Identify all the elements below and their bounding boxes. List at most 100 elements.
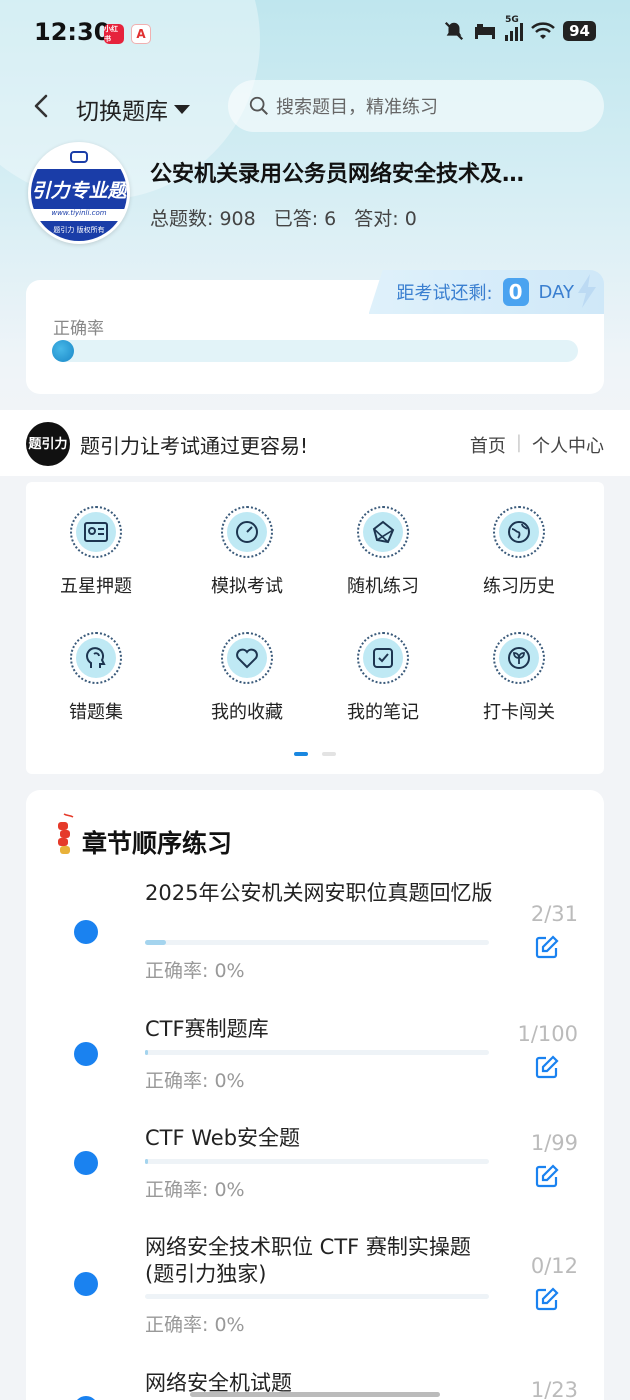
slogan-banner: 题引力 题引力让考试通过更容易! 首页 | 个人中心 <box>0 410 630 476</box>
network-icon <box>372 520 395 544</box>
chapter-count: 2/31 <box>530 902 578 926</box>
tiyinli-logo: 题引力 <box>26 422 70 466</box>
exam-countdown[interactable]: 距考试还剩: 0 DAY <box>368 270 604 314</box>
pager-dot-active[interactable] <box>294 752 308 756</box>
head-icon <box>86 647 106 668</box>
chapter-item[interactable]: 网络安全技术职位 CTF 赛制实操题(题引力独家) 正确率: 0% 0/12 <box>26 1230 604 1340</box>
chapter-name: 2025年公安机关网安职位真题回忆版 <box>145 881 493 905</box>
switch-bank-label: 切换题库 <box>76 99 168 125</box>
edit-icon[interactable] <box>534 1054 560 1080</box>
status-time: 12:30 <box>34 18 111 46</box>
banner-links: 首页 | 个人中心 <box>470 432 604 458</box>
answered-count: 已答: 6 <box>273 208 337 230</box>
edit-icon[interactable] <box>534 1163 560 1189</box>
grid-item-practice-history[interactable]: 练习历史 <box>454 506 584 598</box>
profile-link[interactable]: 个人中心 <box>532 432 604 458</box>
globe-icon <box>508 521 530 543</box>
search-input[interactable]: 搜索题目，精准练习 <box>228 80 604 132</box>
chapter-bullet <box>74 1042 98 1066</box>
pager-dot[interactable] <box>322 752 336 756</box>
status-icons: 5G 94 <box>443 15 596 42</box>
bank-logo: 引力专业题 www.tiyinli.com 题引力 版权所有 <box>28 142 130 244</box>
chapter-name: CTF赛制题库 <box>145 1017 269 1041</box>
grid-item-checkin[interactable]: 打卡闯关 <box>454 632 584 724</box>
caret-down-icon <box>174 105 190 114</box>
chapter-bullet <box>74 920 98 944</box>
network-type: 5G <box>505 15 519 25</box>
chapter-count: 1/100 <box>517 1022 578 1046</box>
function-grid: 五星押题 模拟考试 随机练习 练习历史 错题集 我的收藏 我的笔记 打卡闯关 <box>26 482 604 774</box>
home-link[interactable]: 首页 <box>470 432 506 458</box>
grid-item-mock-exam[interactable]: 模拟考试 <box>182 506 312 598</box>
logo-text: 引力专业题 <box>31 169 127 209</box>
back-arrow-icon[interactable] <box>28 92 56 120</box>
chapter-count: 1/99 <box>530 1131 578 1155</box>
countdown-label: 距考试还剩: <box>396 283 493 304</box>
wifi-icon <box>531 22 555 39</box>
countdown-value: 0 <box>502 278 529 306</box>
firecracker-icon <box>58 813 74 854</box>
leaf-icon <box>508 647 530 669</box>
grid-label: 打卡闯关 <box>483 702 555 723</box>
bank-title: 公安机关录用公务员网络安全技术及… <box>150 162 525 187</box>
chapter-progress <box>145 1294 489 1299</box>
chapter-section-title: 章节顺序练习 <box>82 829 233 858</box>
chapter-bullet <box>74 1151 98 1175</box>
chapter-item[interactable]: CTF Web安全题 正确率: 0% 1/99 <box>26 1121 604 1211</box>
chapter-accuracy: 正确率: 0% <box>145 1070 245 1092</box>
battery-level: 94 <box>563 21 596 41</box>
grid-label: 练习历史 <box>483 576 555 597</box>
search-placeholder: 搜索题目，精准练习 <box>276 97 438 118</box>
chapter-count: 0/12 <box>530 1254 578 1278</box>
logo-url: www.tiyinli.com <box>31 209 127 221</box>
grid-label: 错题集 <box>69 702 123 723</box>
chapter-practice-card: 章节顺序练习 2025年公安机关网安职位真题回忆版 正确率: 0% 2/31 C… <box>26 790 604 1400</box>
chapter-item[interactable]: 2025年公安机关网安职位真题回忆版 正确率: 0% 2/31 <box>26 876 604 986</box>
bank-stats: 总题数: 908 已答: 6 答对: 0 <box>150 204 417 231</box>
app-notification-icon: A <box>131 24 151 44</box>
search-icon <box>249 96 268 115</box>
mute-bell-icon <box>445 21 464 41</box>
banner-slogan: 题引力让考试通过更容易! <box>80 434 309 458</box>
bed-icon <box>475 24 496 39</box>
chapter-count: 1/23 <box>530 1378 578 1400</box>
link-divider: | <box>515 432 522 453</box>
chapter-accuracy: 正确率: 0% <box>145 1179 245 1201</box>
edit-icon[interactable] <box>534 934 560 960</box>
edit-icon[interactable] <box>534 1286 560 1312</box>
grid-item-random-practice[interactable]: 随机练习 <box>318 506 448 598</box>
grid-label: 随机练习 <box>347 576 419 597</box>
grid-label: 模拟考试 <box>211 576 283 597</box>
accuracy-label: 正确率 <box>53 319 104 339</box>
chapter-name: CTF Web安全题 <box>145 1126 301 1150</box>
countdown-unit: DAY <box>538 281 574 303</box>
grid-label: 我的收藏 <box>211 702 283 723</box>
logo-mark-icon <box>70 151 88 163</box>
chapter-bullet <box>74 1396 98 1400</box>
heart-icon <box>236 648 258 669</box>
grid-label: 我的笔记 <box>347 702 419 723</box>
grid-item-notes[interactable]: 我的笔记 <box>318 632 448 724</box>
correct-count: 答对: 0 <box>354 208 417 230</box>
accuracy-card: 距考试还剩: 0 DAY 正确率 <box>26 270 604 394</box>
xiaohongshu-notification-icon: 小红书 <box>104 24 124 44</box>
chapter-progress <box>145 1159 489 1164</box>
chapter-item[interactable]: CTF赛制题库 正确率: 0% 1/100 <box>26 1012 604 1102</box>
total-questions: 总题数: 908 <box>150 208 256 230</box>
grid-label: 五星押题 <box>60 576 132 597</box>
grid-item-wrong-questions[interactable]: 错题集 <box>31 632 161 724</box>
lightning-icon <box>578 274 596 308</box>
chapter-progress <box>145 940 489 945</box>
signal-icon: 5G <box>505 15 524 41</box>
chapter-accuracy: 正确率: 0% <box>145 960 245 982</box>
chapter-accuracy: 正确率: 0% <box>145 1314 245 1336</box>
switch-bank-button[interactable]: 切换题库 <box>76 92 190 126</box>
grid-item-five-star[interactable]: 五星押题 <box>31 506 161 598</box>
chapter-name: 网络安全技术职位 CTF 赛制实操题(题引力独家) <box>145 1235 471 1286</box>
grid-item-favorites[interactable]: 我的收藏 <box>182 632 312 724</box>
gauge-icon <box>236 521 258 543</box>
accuracy-progress-track <box>52 340 578 362</box>
chapter-progress <box>145 1050 489 1055</box>
id-card-icon <box>84 522 108 542</box>
home-indicator[interactable] <box>190 1392 440 1397</box>
